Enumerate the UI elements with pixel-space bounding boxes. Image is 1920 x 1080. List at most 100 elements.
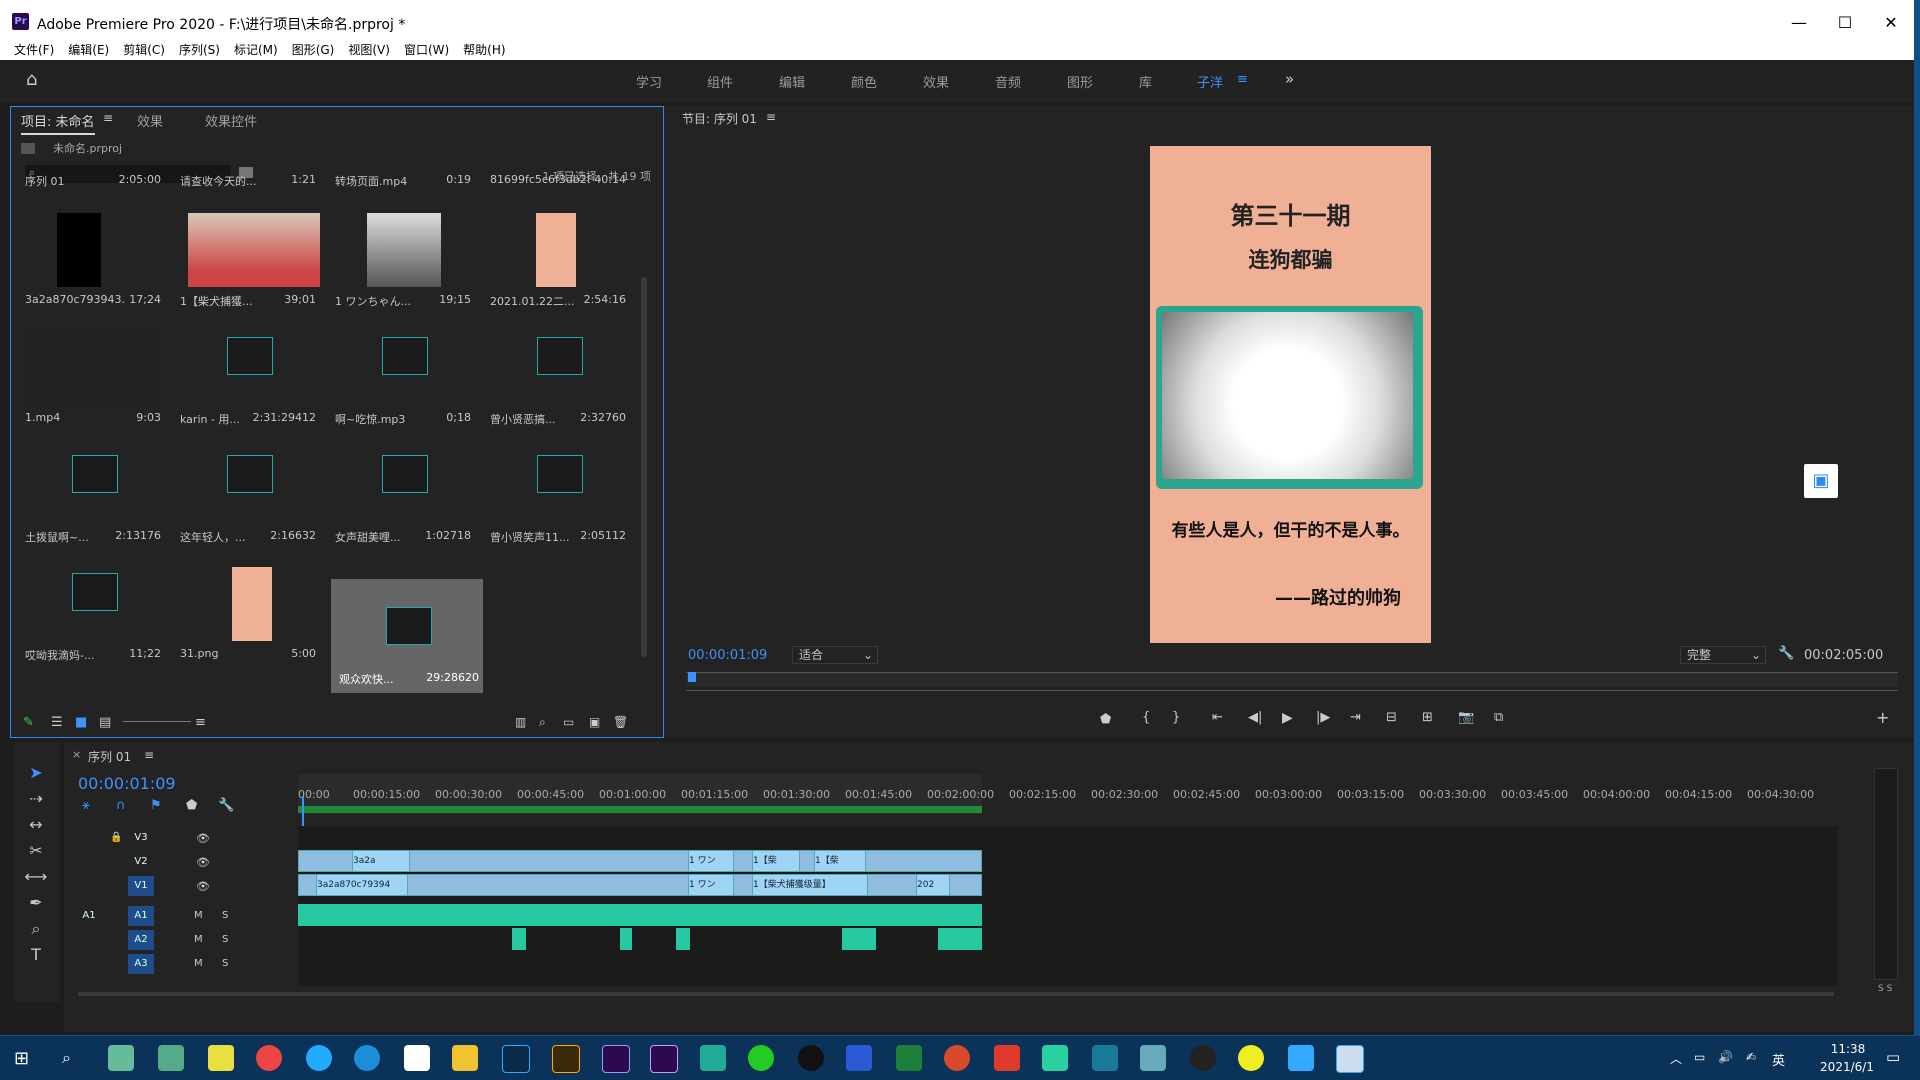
workspace-libraries[interactable]: 库 xyxy=(1139,72,1152,91)
project-item[interactable]: 女声甜美哩... 1:02718 xyxy=(327,429,475,545)
razor-icon[interactable]: ✂ xyxy=(24,840,48,862)
linked-selection-icon[interactable]: ∩ xyxy=(116,798,126,813)
menu-edit[interactable]: 编辑(E) xyxy=(61,40,116,60)
video-clip[interactable]: 3a2a xyxy=(352,850,410,872)
chrome-icon[interactable] xyxy=(256,1045,282,1071)
trash-icon[interactable]: 🗑 xyxy=(613,715,628,729)
project-item-selected[interactable]: 观众欢快... 29:28620 xyxy=(331,579,483,693)
audio-clip-a2[interactable] xyxy=(842,928,876,950)
list-view-icon[interactable]: ☰ xyxy=(51,715,63,730)
zoom-icon[interactable]: ⌕ xyxy=(24,918,48,940)
workspace-graphics[interactable]: 图形 xyxy=(1067,72,1093,91)
project-item[interactable]: 土拨鼠啊~... 2:13176 xyxy=(17,429,165,545)
program-timecode[interactable]: 00:00:01:09 xyxy=(688,648,767,663)
bridge-icon[interactable] xyxy=(552,1045,580,1073)
track-a1-label[interactable]: A1 xyxy=(128,906,154,926)
go-to-out-icon[interactable]: ⇥ xyxy=(1350,710,1361,725)
windows-start-icon[interactable]: ⊞ xyxy=(14,1048,29,1069)
source-a1-label[interactable]: A1 xyxy=(76,906,102,926)
close-tab-icon[interactable]: × xyxy=(72,748,81,761)
extract-icon[interactable]: ⊞ xyxy=(1422,710,1433,725)
wechat-icon[interactable] xyxy=(748,1045,774,1071)
app-icon[interactable] xyxy=(208,1045,234,1071)
eye-icon[interactable]: 👁 xyxy=(196,832,210,845)
premiere-icon[interactable] xyxy=(602,1045,630,1073)
workspace-assembly[interactable]: 组件 xyxy=(707,72,733,91)
menu-help[interactable]: 帮助(H) xyxy=(456,40,512,60)
video-clip[interactable]: 1 ワン xyxy=(688,850,734,872)
edge-icon[interactable] xyxy=(354,1045,380,1071)
panel-menu-icon[interactable]: ≡ xyxy=(103,111,113,125)
workspace-effects[interactable]: 效果 xyxy=(923,72,949,91)
step-forward-icon[interactable]: |▶ xyxy=(1316,710,1330,725)
add-marker-icon[interactable]: ⬟ xyxy=(1100,712,1111,727)
quality-select[interactable]: 完整 ⌄ xyxy=(1680,646,1766,664)
close-button[interactable]: ✕ xyxy=(1868,8,1914,38)
menu-window[interactable]: 窗口(W) xyxy=(397,40,456,60)
volume-icon[interactable]: 🔊 xyxy=(1718,1050,1733,1064)
menu-view[interactable]: 视图(V) xyxy=(341,40,397,60)
app-icon[interactable] xyxy=(1238,1045,1264,1071)
pen-icon[interactable]: ✒ xyxy=(24,892,48,914)
sort-icon[interactable]: ≡ xyxy=(195,715,206,730)
search-icon[interactable]: ⌕ xyxy=(62,1048,71,1068)
new-bin-icon[interactable]: ▭ xyxy=(563,715,574,729)
workspace-audio[interactable]: 音频 xyxy=(995,72,1021,91)
project-item[interactable]: 31.png 5:00 xyxy=(172,547,320,663)
zoom-scrollbar[interactable] xyxy=(686,690,1898,691)
app-icon[interactable] xyxy=(700,1045,726,1071)
notification-icon[interactable]: ▭ xyxy=(1886,1048,1900,1066)
network-icon[interactable]: ▭ xyxy=(1694,1050,1705,1064)
workspace-color[interactable]: 颜色 xyxy=(851,72,877,91)
tab-effects[interactable]: 效果 xyxy=(137,111,163,130)
sequence-tab[interactable]: 序列 01 xyxy=(88,748,131,765)
solo-a1-button[interactable]: S xyxy=(222,910,228,921)
step-back-icon[interactable]: ◀| xyxy=(1248,710,1262,725)
home-icon[interactable]: ⌂ xyxy=(26,71,44,89)
project-item[interactable]: 2021.01.22二... 2:54:16 xyxy=(482,193,630,309)
project-item[interactable]: 这年轻人，... 2:16632 xyxy=(172,429,320,545)
play-icon[interactable]: ▶ xyxy=(1282,710,1293,726)
project-item[interactable]: 3a2a870c793943... 17;24 xyxy=(17,193,165,309)
workspace-custom[interactable]: 子洋 xyxy=(1197,72,1223,91)
qq-icon[interactable] xyxy=(798,1045,824,1071)
minimize-button[interactable]: — xyxy=(1776,8,1822,38)
audio-clip-a2[interactable] xyxy=(676,928,690,950)
clock-date[interactable]: 2021/6/1 xyxy=(1810,1060,1884,1074)
timeline-timecode[interactable]: 00:00:01:09 xyxy=(78,774,176,793)
eye-icon[interactable]: 👁 xyxy=(196,856,210,869)
eye-icon[interactable]: 👁 xyxy=(196,880,210,893)
bilibili-icon[interactable] xyxy=(1336,1045,1364,1073)
work-area-bar[interactable] xyxy=(298,806,982,813)
app-icon[interactable] xyxy=(158,1045,184,1071)
after-effects-icon[interactable] xyxy=(650,1045,678,1073)
video-clip[interactable]: 1【柴 xyxy=(814,850,866,872)
go-to-in-icon[interactable]: ⇤ xyxy=(1212,710,1223,725)
marker-icon[interactable]: ⬟ xyxy=(186,798,197,813)
mute-a3-button[interactable]: M xyxy=(194,958,203,969)
audio-clip-a2[interactable] xyxy=(938,928,982,950)
project-item[interactable]: 1.mp4 9:03 xyxy=(17,311,165,427)
ime-indicator[interactable]: 英 xyxy=(1772,1050,1785,1069)
audio-clip-a2[interactable] xyxy=(512,928,526,950)
mark-in-icon[interactable]: { xyxy=(1142,710,1150,725)
photoshop-icon[interactable] xyxy=(502,1045,530,1073)
wrench-icon[interactable]: 🔧 xyxy=(1778,646,1794,661)
compare-icon[interactable]: ⧉ xyxy=(1494,710,1503,725)
maximize-button[interactable]: ☐ xyxy=(1822,8,1868,38)
lock-icon[interactable]: 🔒 xyxy=(110,832,122,843)
tab-effect-controls[interactable]: 效果控件 xyxy=(205,111,257,130)
project-item[interactable]: karin - 用... 2:31:29412 xyxy=(172,311,320,427)
playhead[interactable] xyxy=(688,672,696,682)
video-clip[interactable]: 202 xyxy=(916,874,950,896)
overflow-chevron-icon[interactable]: » xyxy=(1285,70,1294,88)
solo-a3-button[interactable]: S xyxy=(222,958,228,969)
project-item[interactable]: 啊~吃惊.mp3 0;18 xyxy=(327,311,475,427)
ripple-edit-icon[interactable]: ↔ xyxy=(24,814,48,836)
camera-icon[interactable]: 📷 xyxy=(1458,710,1474,725)
add-button-icon[interactable]: + xyxy=(1876,708,1889,727)
app-icon[interactable] xyxy=(306,1045,332,1071)
program-time-ruler[interactable] xyxy=(686,672,1898,687)
zoom-slider[interactable] xyxy=(123,721,191,722)
audio-clip-a2[interactable] xyxy=(620,928,632,950)
